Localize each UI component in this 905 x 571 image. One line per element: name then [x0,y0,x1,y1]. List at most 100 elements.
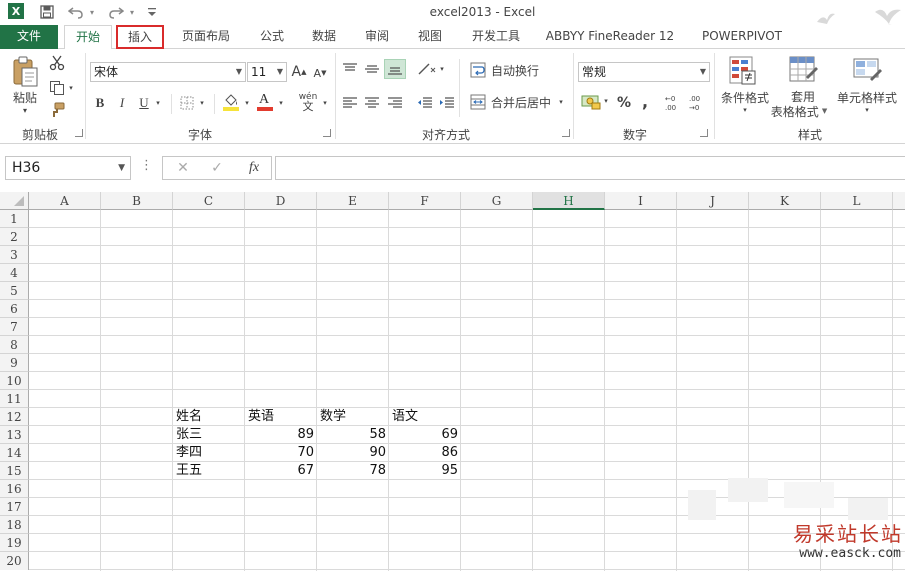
row-header[interactable]: 6 [0,300,29,318]
row-header[interactable]: 5 [0,282,29,300]
column-header-l[interactable]: L [821,192,893,210]
underline-dropdown-icon[interactable]: ▾ [153,96,163,110]
comma-button[interactable]: , [639,92,651,111]
cut-icon[interactable] [48,54,66,72]
column-header-h[interactable]: H [533,192,605,210]
conditional-dropdown-icon[interactable]: ▾ [740,105,750,115]
paste-icon[interactable] [10,55,40,89]
wrap-text-icon[interactable] [470,62,486,78]
grow-font-button[interactable]: A ▲ [291,63,307,81]
row-header[interactable]: 15 [0,462,29,480]
paste-button[interactable]: 粘贴 [8,89,42,105]
italic-button[interactable]: I [114,94,130,112]
row-header[interactable]: 17 [0,498,29,516]
table-header-cell[interactable]: 数学 [317,408,389,426]
tab-developer[interactable]: 开发工具 [466,25,526,49]
column-header-k[interactable]: K [749,192,821,210]
conditional-formatting-button[interactable]: 条件格式 [718,89,772,105]
copy-icon[interactable] [48,79,66,97]
merge-center-button[interactable]: 合并后居中 [489,94,553,110]
column-header-g[interactable]: G [461,192,533,210]
table-cell[interactable]: 95 [389,462,461,480]
number-launcher-icon[interactable] [700,129,708,137]
font-name-combo[interactable]: 宋体 ▼ [90,62,246,82]
tab-home[interactable]: 开始 [64,25,112,50]
row-header[interactable]: 11 [0,390,29,408]
borders-icon[interactable] [179,95,195,111]
alignment-launcher-icon[interactable] [562,129,570,137]
chevron-down-icon[interactable]: ▼ [700,63,706,81]
insert-function-icon[interactable]: fx [243,159,265,177]
cell-styles-button[interactable]: 单元格样式 [834,89,900,105]
tab-insert[interactable]: 插入 [116,25,164,49]
tab-page-layout[interactable]: 页面布局 [176,25,236,49]
row-header[interactable]: 7 [0,318,29,336]
row-header[interactable]: 13 [0,426,29,444]
table-cell[interactable]: 58 [317,426,389,444]
font-size-combo[interactable]: 11 ▼ [247,62,287,82]
row-header[interactable]: 3 [0,246,29,264]
accounting-dropdown-icon[interactable]: ▾ [602,96,610,106]
column-header-m[interactable] [893,192,905,210]
tab-view[interactable]: 视图 [412,25,448,49]
chevron-down-icon[interactable]: ▼ [277,63,283,81]
table-cell[interactable]: 王五 [173,462,245,480]
table-cell[interactable]: 70 [245,444,317,462]
increase-decimal-icon[interactable]: ←0.00 [664,93,686,113]
row-header[interactable]: 16 [0,480,29,498]
column-header-i[interactable]: I [605,192,677,210]
format-as-table-line1[interactable]: 套用 [780,89,826,104]
tab-data[interactable]: 数据 [306,25,342,49]
number-format-combo[interactable]: 常规 ▼ [578,62,710,82]
merge-center-icon[interactable] [470,94,486,110]
align-middle-icon[interactable] [363,61,381,77]
align-left-icon[interactable] [341,95,359,111]
font-launcher-icon[interactable] [323,129,331,137]
column-header-d[interactable]: D [245,192,317,210]
font-color-dropdown-icon[interactable]: ▾ [276,96,286,110]
underline-button[interactable]: U [136,94,152,112]
column-header-f[interactable]: F [389,192,461,210]
tab-formulas[interactable]: 公式 [254,25,290,49]
chevron-down-icon[interactable]: ▼ [236,63,242,81]
row-header[interactable]: 9 [0,354,29,372]
table-cell[interactable]: 69 [389,426,461,444]
format-as-table-button[interactable]: 表格格式 ▼ [770,104,828,119]
orientation-icon[interactable] [416,61,438,77]
tab-file[interactable]: 文件 [0,25,58,49]
clipboard-launcher-icon[interactable] [75,129,83,137]
phonetic-dropdown-icon[interactable]: ▾ [320,96,330,110]
fill-color-dropdown-icon[interactable]: ▾ [242,96,252,110]
shrink-font-button[interactable]: A ▼ [312,65,328,81]
row-header[interactable]: 2 [0,228,29,246]
cell-styles-icon[interactable] [852,55,882,87]
phonetic-button[interactable]: wén 文 [296,91,320,113]
table-header-cell[interactable]: 语文 [389,408,461,426]
row-header[interactable]: 8 [0,336,29,354]
more-options-icon[interactable]: ⋮ [140,158,153,178]
tab-review[interactable]: 审阅 [359,25,395,49]
bold-button[interactable]: B [92,94,108,112]
accounting-format-icon[interactable] [580,93,602,111]
column-header-j[interactable]: J [677,192,749,210]
borders-dropdown-icon[interactable]: ▾ [197,96,207,110]
align-right-icon[interactable] [386,95,404,111]
cell-styles-dropdown-icon[interactable]: ▾ [862,105,872,115]
fill-color-icon[interactable] [222,92,240,112]
table-header-cell[interactable]: 姓名 [173,408,245,426]
row-header[interactable]: 12 [0,408,29,426]
format-as-table-icon[interactable] [788,55,818,87]
name-box[interactable]: H36 ▼ [5,156,131,180]
table-cell[interactable]: 78 [317,462,389,480]
tab-powerpivot[interactable]: POWERPIVOT [697,25,787,49]
table-cell[interactable]: 89 [245,426,317,444]
paste-dropdown-icon[interactable]: ▾ [8,105,42,115]
align-bottom-icon[interactable] [384,59,406,79]
table-cell[interactable]: 67 [245,462,317,480]
cancel-icon[interactable]: ✕ [173,159,193,177]
merge-dropdown-icon[interactable]: ▾ [557,97,565,107]
align-center-icon[interactable] [363,95,381,111]
row-header[interactable]: 20 [0,552,29,570]
chevron-down-icon[interactable]: ▼ [118,157,125,179]
font-color-button[interactable]: A [256,92,274,112]
